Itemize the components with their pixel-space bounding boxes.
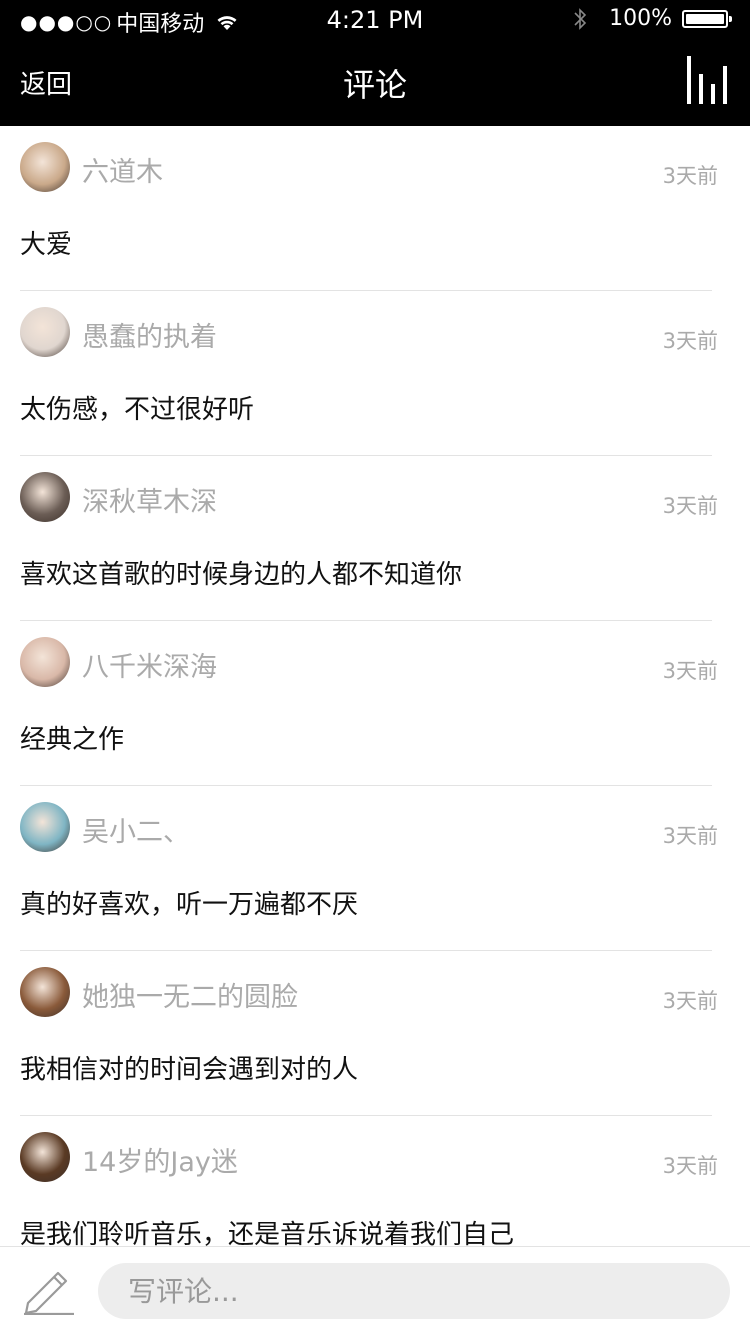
comment-item[interactable]: 深秋草木深 3天前喜欢这首歌的时候身边的人都不知道你 — [0, 456, 750, 621]
pencil-icon[interactable] — [22, 1263, 76, 1315]
comment-username[interactable]: 14岁的Jay迷 — [82, 1140, 238, 1179]
equalizer-icon[interactable] — [686, 56, 728, 104]
comment-item[interactable]: 吴小二、 3天前真的好喜欢，听一万遍都不厌 — [0, 786, 750, 951]
avatar[interactable] — [20, 802, 70, 852]
avatar[interactable] — [20, 307, 70, 357]
nav-bar: 返回 评论 — [0, 40, 750, 126]
comment-text: 我相信对的时间会遇到对的人 — [20, 1055, 359, 1085]
comment-username[interactable]: 她独一无二的圆脸 — [82, 975, 298, 1014]
page-title: 评论 — [342, 66, 407, 104]
comment-item[interactable]: 她独一无二的圆脸 3天前我相信对的时间会遇到对的人 — [0, 951, 750, 1116]
comment-timestamp: 3天前 — [662, 494, 718, 518]
comment-timestamp: 3天前 — [662, 329, 718, 353]
comment-username[interactable]: 八千米深海 — [82, 645, 217, 684]
comment-text: 是我们聆听音乐，还是音乐诉说着我们自己 — [20, 1220, 515, 1246]
avatar[interactable] — [20, 1132, 70, 1182]
battery-icon — [682, 9, 732, 28]
comment-text: 经典之作 — [20, 725, 125, 755]
comment-text: 太伤感，不过很好听 — [20, 395, 255, 425]
comment-list[interactable]: 六道木 3天前 大爱 愚蠢的执着 3天前 太伤感，不过很好听 深秋草木深 3天前 喜欢这首歌的时… — [0, 126, 750, 1246]
battery-percentage: 100% — [609, 6, 672, 31]
comment-username[interactable]: 深秋草木深 — [82, 480, 217, 519]
avatar[interactable] — [20, 472, 70, 522]
avatar[interactable] — [20, 967, 70, 1017]
comment-username[interactable]: 六道木 — [82, 150, 163, 189]
bluetooth-icon — [574, 7, 587, 30]
comment-username[interactable]: 愚蠢的执着 — [82, 315, 217, 354]
comment-item[interactable]: 愚蠢的执着 3天前太伤感，不过很好听 — [0, 291, 750, 456]
comment-input[interactable] — [98, 1263, 730, 1319]
comment-item[interactable]: 八千米深海 3天前经典之作 — [0, 621, 750, 786]
comment-timestamp: 3天前 — [662, 1154, 718, 1178]
status-right: 100% — [573, 6, 732, 31]
avatar[interactable] — [20, 142, 70, 192]
comment-text: 大爱 — [20, 230, 73, 260]
status-bar: ●●●○○ 中国移动 4:21 PM 100% — [0, 0, 750, 40]
comment-input-bar — [0, 1246, 750, 1334]
comment-timestamp: 3天前 — [662, 824, 718, 848]
comment-timestamp: 3天前 — [662, 989, 718, 1013]
comment-timestamp: 3天前 — [662, 164, 718, 188]
comment-text: 喜欢这首歌的时候身边的人都不知道你 — [20, 560, 463, 590]
avatar[interactable] — [20, 637, 70, 687]
comment-timestamp: 3天前 — [662, 659, 718, 683]
comment-item[interactable]: 六道木 3天前大爱 — [0, 126, 750, 291]
comment-text: 真的好喜欢，听一万遍都不厌 — [20, 890, 359, 920]
comment-item[interactable]: 14岁的Jay迷 3天前是我们聆听音乐，还是音乐诉说着我们自己 — [0, 1116, 750, 1246]
comment-username[interactable]: 吴小二、 — [82, 810, 190, 849]
